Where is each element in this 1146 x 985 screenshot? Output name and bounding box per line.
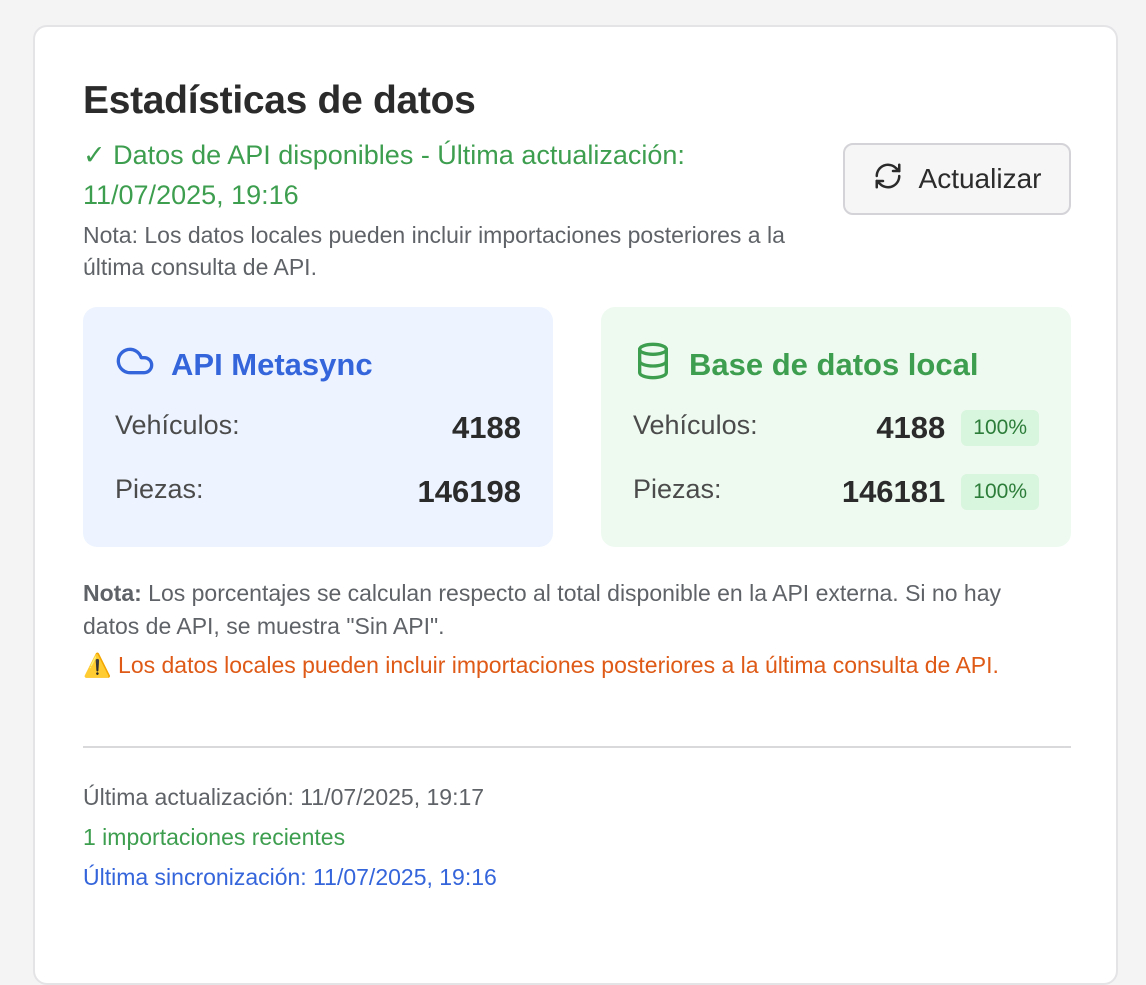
api-status-text: ✓ Datos de API disponibles - Última actu…	[83, 140, 685, 210]
local-database-box: Base de datos local Vehículos: 4188 100%…	[601, 307, 1071, 547]
percentage-note: Nota: Los porcentajes se calculan respec…	[83, 577, 1063, 643]
warning-icon: ⚠️	[83, 652, 112, 678]
recent-imports-text: 1 importaciones recientes	[83, 824, 346, 850]
api-box-title: API Metasync	[171, 347, 373, 382]
warning-note: ⚠️ Los datos locales pueden incluir impo…	[83, 649, 1063, 682]
local-vehicles-percent-badge: 100%	[961, 410, 1039, 446]
last-sync-text: Última sincronización: 11/07/2025, 19:16	[83, 864, 497, 890]
api-vehicles-value: 4188	[452, 410, 521, 445]
api-parts-value: 146198	[417, 474, 521, 509]
refresh-icon	[873, 161, 903, 198]
api-vehicles-row: Vehículos: 4188	[115, 403, 521, 447]
api-note: Nota: Los datos locales pueden incluir i…	[83, 222, 785, 280]
stats-card: Estadísticas de datos ✓ Datos de API dis…	[33, 25, 1118, 985]
refresh-button-label: Actualizar	[918, 163, 1042, 194]
last-update-text: Última actualización: 11/07/2025, 19:17	[83, 784, 485, 810]
api-vehicles-label: Vehículos:	[115, 409, 240, 440]
database-icon	[633, 341, 673, 389]
local-parts-row: Piezas: 146181 100%	[633, 467, 1039, 511]
local-parts-value: 146181	[841, 474, 946, 509]
api-metasync-box: API Metasync Vehículos: 4188 Piezas: 146…	[83, 307, 553, 547]
api-parts-row: Piezas: 146198	[115, 467, 521, 511]
local-parts-label: Piezas:	[633, 473, 722, 504]
local-box-title: Base de datos local	[689, 347, 979, 382]
local-vehicles-label: Vehículos:	[633, 409, 758, 440]
local-vehicles-value: 4188	[876, 410, 946, 445]
percentage-note-text: Los porcentajes se calculan respecto al …	[83, 580, 1001, 639]
page-title: Estadísticas de datos	[83, 79, 476, 122]
warning-text: Los datos locales pueden incluir importa…	[111, 652, 999, 678]
refresh-button[interactable]: Actualizar	[843, 143, 1071, 215]
api-parts-label: Piezas:	[115, 473, 204, 504]
local-parts-percent-badge: 100%	[961, 474, 1039, 510]
local-vehicles-row: Vehículos: 4188 100%	[633, 403, 1039, 447]
local-box-header: Base de datos local	[633, 341, 978, 389]
divider	[83, 746, 1071, 748]
api-box-header: API Metasync	[115, 341, 373, 389]
percentage-note-bold: Nota:	[83, 580, 142, 606]
cloud-icon	[115, 341, 155, 389]
